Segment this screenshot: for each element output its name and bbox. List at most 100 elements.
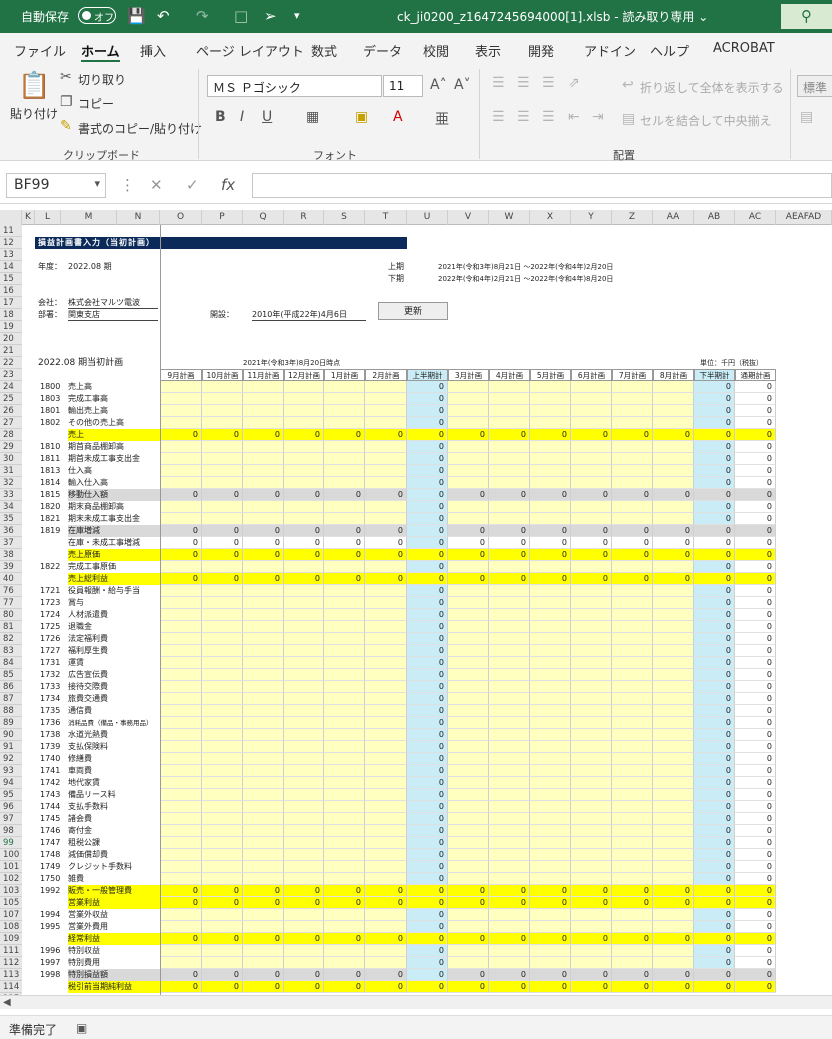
value-cell[interactable]: 0 xyxy=(735,741,776,753)
value-cell[interactable] xyxy=(448,789,489,801)
value-cell[interactable] xyxy=(365,813,407,825)
value-cell[interactable] xyxy=(243,465,284,477)
redo-icon[interactable]: ↷ xyxy=(196,6,209,26)
value-cell[interactable]: 0 xyxy=(735,405,776,417)
value-cell[interactable] xyxy=(489,945,530,957)
value-cell[interactable] xyxy=(489,657,530,669)
value-cell[interactable]: 0 xyxy=(735,921,776,933)
value-cell[interactable]: 0 xyxy=(407,585,448,597)
value-cell[interactable] xyxy=(324,453,365,465)
value-cell[interactable]: 0 xyxy=(448,981,489,993)
value-cell[interactable] xyxy=(284,645,324,657)
value-cell[interactable] xyxy=(530,477,571,489)
value-cell[interactable] xyxy=(243,825,284,837)
value-cell[interactable]: 0 xyxy=(407,981,448,993)
value-cell[interactable] xyxy=(653,861,694,873)
value-cell[interactable] xyxy=(530,909,571,921)
value-cell[interactable]: 0 xyxy=(735,477,776,489)
worksheet[interactable]: K L M N O P Q R S T U V W X Y Z AA AB AC AEAFAD 11 12 13 14 15 1… xyxy=(0,210,832,995)
value-cell[interactable] xyxy=(284,405,324,417)
value-cell[interactable] xyxy=(448,921,489,933)
value-cell[interactable]: 0 xyxy=(407,837,448,849)
value-cell[interactable]: 0 xyxy=(612,573,653,585)
value-cell[interactable] xyxy=(160,621,202,633)
value-cell[interactable] xyxy=(284,657,324,669)
value-cell[interactable]: 0 xyxy=(694,453,735,465)
value-cell[interactable] xyxy=(530,657,571,669)
value-cell[interactable] xyxy=(571,465,612,477)
value-cell[interactable] xyxy=(448,585,489,597)
shape-icon[interactable]: □ xyxy=(234,6,248,26)
value-cell[interactable] xyxy=(365,777,407,789)
value-cell[interactable] xyxy=(612,693,653,705)
value-cell[interactable]: 0 xyxy=(407,873,448,885)
value-cell[interactable]: 0 xyxy=(243,489,284,501)
value-cell[interactable] xyxy=(448,861,489,873)
value-cell[interactable]: 0 xyxy=(653,549,694,561)
value-cell[interactable]: 0 xyxy=(571,933,612,945)
value-cell[interactable]: 0 xyxy=(160,981,202,993)
column-header[interactable]: Y xyxy=(571,210,612,225)
value-cell[interactable] xyxy=(202,657,243,669)
value-cell[interactable]: 0 xyxy=(489,549,530,561)
value-cell[interactable] xyxy=(571,945,612,957)
value-cell[interactable]: 0 xyxy=(202,885,243,897)
value-cell[interactable] xyxy=(365,693,407,705)
value-cell[interactable] xyxy=(448,621,489,633)
value-cell[interactable] xyxy=(612,873,653,885)
value-cell[interactable] xyxy=(160,957,202,969)
value-cell[interactable] xyxy=(284,597,324,609)
value-cell[interactable] xyxy=(653,837,694,849)
value-cell[interactable] xyxy=(365,957,407,969)
value-cell[interactable]: 0 xyxy=(448,489,489,501)
value-cell[interactable]: 0 xyxy=(407,645,448,657)
value-cell[interactable] xyxy=(612,741,653,753)
align-right-icon[interactable]: ☰ xyxy=(542,109,555,125)
value-cell[interactable] xyxy=(160,405,202,417)
value-cell[interactable] xyxy=(653,621,694,633)
value-cell[interactable] xyxy=(489,777,530,789)
value-cell[interactable] xyxy=(284,861,324,873)
value-cell[interactable] xyxy=(448,669,489,681)
value-cell[interactable] xyxy=(365,909,407,921)
value-cell[interactable] xyxy=(571,501,612,513)
value-cell[interactable] xyxy=(530,561,571,573)
value-cell[interactable] xyxy=(324,789,365,801)
value-cell[interactable] xyxy=(202,513,243,525)
value-cell[interactable]: 0 xyxy=(735,645,776,657)
value-cell[interactable] xyxy=(202,849,243,861)
value-cell[interactable]: 0 xyxy=(407,765,448,777)
row-header[interactable]: 107 xyxy=(0,909,22,921)
value-cell[interactable] xyxy=(160,693,202,705)
value-cell[interactable] xyxy=(160,729,202,741)
search-icon[interactable]: ⚲ xyxy=(781,4,832,29)
value-cell[interactable] xyxy=(448,945,489,957)
value-cell[interactable] xyxy=(653,561,694,573)
value-cell[interactable] xyxy=(160,945,202,957)
value-cell[interactable] xyxy=(160,921,202,933)
row-header[interactable]: 16 xyxy=(0,285,22,297)
value-cell[interactable] xyxy=(365,645,407,657)
value-cell[interactable] xyxy=(448,633,489,645)
value-cell[interactable] xyxy=(571,645,612,657)
value-cell[interactable] xyxy=(365,501,407,513)
value-cell[interactable] xyxy=(243,453,284,465)
value-cell[interactable] xyxy=(243,693,284,705)
value-cell[interactable]: 0 xyxy=(694,837,735,849)
value-cell[interactable] xyxy=(612,705,653,717)
value-cell[interactable]: 0 xyxy=(407,441,448,453)
value-cell[interactable]: 0 xyxy=(612,897,653,909)
value-cell[interactable] xyxy=(530,645,571,657)
value-cell[interactable] xyxy=(448,645,489,657)
value-cell[interactable] xyxy=(530,789,571,801)
value-cell[interactable] xyxy=(365,513,407,525)
update-button[interactable]: 更新 xyxy=(378,302,448,320)
value-cell[interactable] xyxy=(448,957,489,969)
value-cell[interactable]: 0 xyxy=(448,933,489,945)
value-cell[interactable] xyxy=(530,717,571,729)
value-cell[interactable]: 0 xyxy=(694,729,735,741)
merge-center-button[interactable]: セルを結合して中央揃え xyxy=(640,112,772,129)
value-cell[interactable]: 0 xyxy=(735,513,776,525)
value-cell[interactable] xyxy=(653,477,694,489)
value-cell[interactable] xyxy=(243,681,284,693)
